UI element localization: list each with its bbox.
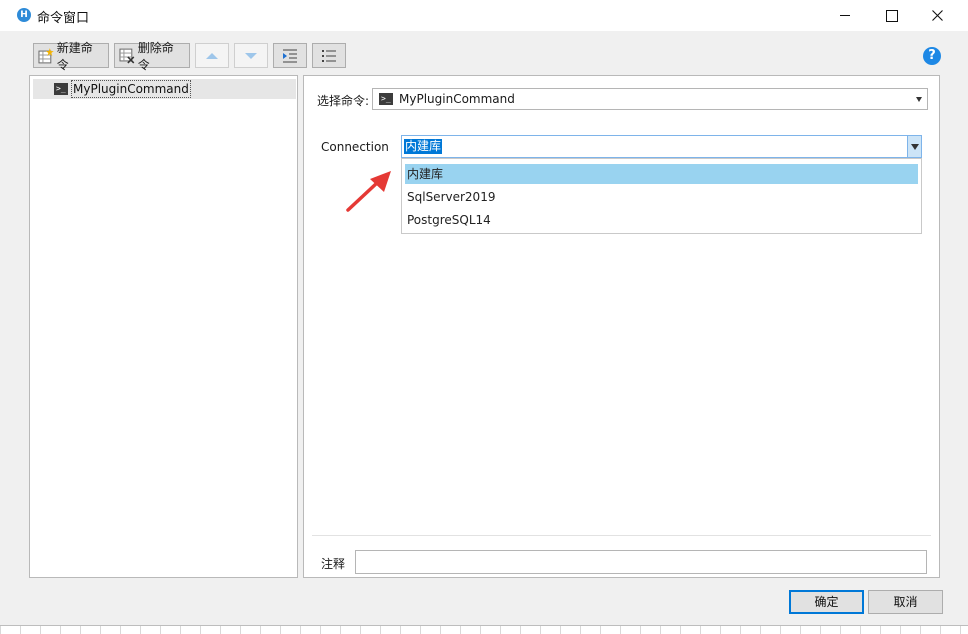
annotation-arrow-icon [346, 171, 391, 212]
terminal-icon: >_ [379, 93, 393, 105]
command-editor-panel: 选择命令: >_ MyPluginCommand Connection 内建库 … [303, 75, 940, 578]
move-up-button[interactable] [195, 43, 229, 68]
dropdown-option[interactable]: SqlServer2019 [405, 187, 918, 210]
command-select-value: MyPluginCommand [399, 92, 515, 106]
dropdown-toggle-button[interactable] [907, 136, 921, 157]
maximize-button[interactable] [868, 0, 914, 31]
indent-button[interactable] [273, 43, 307, 68]
indent-icon [283, 49, 297, 62]
new-command-icon [38, 47, 54, 63]
arrow-down-icon [245, 52, 257, 59]
terminal-icon: >_ [54, 83, 68, 95]
note-label: 注释 [321, 557, 346, 571]
title-bar[interactable]: H 命令窗口 [0, 0, 968, 31]
command-tree-panel: >_ MyPluginCommand [29, 75, 298, 578]
command-window: H 命令窗口 新建命令 删除命令 ? >_ MyPluginCommand 选择… [0, 0, 968, 626]
delete-command-button[interactable]: 删除命令 [114, 41, 190, 72]
new-command-label: 新建命令 [56, 40, 93, 72]
arrow-up-icon [206, 52, 218, 59]
close-button[interactable] [914, 0, 960, 31]
chevron-down-icon [916, 97, 922, 102]
connection-label: Connection [321, 140, 389, 154]
command-select[interactable]: >_ MyPluginCommand [372, 88, 928, 110]
tree-item-label: MyPluginCommand [71, 80, 191, 98]
tree-item-mypluginCommand[interactable]: >_ MyPluginCommand [33, 79, 296, 99]
outdent-button[interactable] [312, 43, 346, 68]
divider [312, 535, 931, 536]
connection-value: 内建库 [404, 139, 443, 154]
app-logo-icon: H [17, 8, 31, 22]
dropdown-option[interactable]: PostgreSQL14 [405, 210, 918, 233]
window-title: 命令窗口 [37, 11, 90, 26]
cancel-button[interactable]: 取消 [868, 590, 943, 614]
ok-button[interactable]: 确定 [789, 590, 864, 614]
dropdown-option[interactable]: 内建库 [405, 164, 918, 184]
delete-command-label: 删除命令 [137, 40, 174, 72]
close-icon [932, 10, 943, 21]
note-input[interactable] [355, 550, 927, 574]
outdent-icon [322, 49, 336, 62]
select-command-label: 选择命令: [317, 94, 370, 108]
help-icon[interactable]: ? [923, 47, 941, 65]
minimize-button[interactable] [822, 0, 868, 31]
delete-command-icon [119, 48, 135, 63]
connection-combobox[interactable]: 内建库 [401, 135, 922, 158]
new-command-button[interactable]: 新建命令 [33, 41, 109, 72]
move-down-button[interactable] [234, 43, 268, 68]
connection-dropdown-list: 内建库 SqlServer2019 PostgreSQL14 [401, 158, 922, 234]
